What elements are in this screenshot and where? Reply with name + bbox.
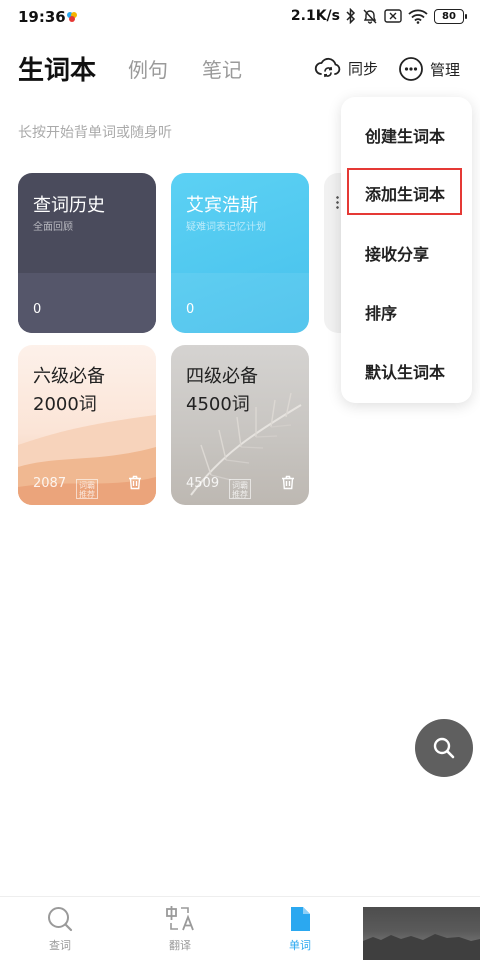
document-icon — [291, 907, 310, 931]
history-card[interactable]: 查词历史 全面回顾 0 — [18, 173, 156, 333]
manage-label: 管理 — [430, 60, 461, 79]
book-count: 2087 — [33, 476, 67, 491]
ebbinghaus-card[interactable]: 艾宾浩斯 疑难词表记忆计划 0 — [171, 173, 309, 333]
bluetooth-icon — [346, 8, 356, 24]
preview-thumbnail — [363, 907, 480, 960]
book-word-total: 2000词 — [33, 394, 97, 415]
status-bar: 19:36 2.1K/s 80 — [0, 0, 480, 34]
battery-level: 80 — [442, 10, 456, 22]
header: 生词本 例句 笔记 同步 管理 — [0, 44, 480, 94]
menu-item-default-book[interactable]: 默认生词本 — [365, 359, 445, 383]
network-speed: 2.1K/s — [290, 8, 340, 24]
sync-button[interactable]: 同步 — [314, 56, 378, 80]
dots-icon — [336, 195, 339, 209]
app-icon — [67, 12, 77, 22]
usage-hint: 长按开始背单词或随身听 — [18, 125, 172, 141]
menu-item-sort[interactable]: 排序 — [365, 300, 397, 324]
manage-button[interactable]: 管理 — [398, 56, 460, 82]
recommend-stamp: 词霸 推荐 — [76, 479, 98, 499]
search-icon — [433, 737, 455, 759]
tab-example-sentences[interactable]: 例句 — [128, 54, 168, 83]
card-count: 0 — [186, 302, 195, 317]
card-title: 艾宾浩斯 — [186, 195, 258, 216]
tab-notes[interactable]: 笔记 — [202, 54, 242, 83]
book-card-cet4[interactable]: 四级必备 4500词 4509 词霸 推荐 — [171, 345, 309, 505]
menu-item-create-book[interactable]: 创建生词本 — [365, 123, 445, 147]
tab-vocab-book[interactable]: 生词本 — [18, 50, 96, 87]
book-word-total: 4500词 — [186, 394, 250, 415]
book-card-cet6[interactable]: 六级必备 2000词 2087 词霸 推荐 — [18, 345, 156, 505]
search-fab[interactable] — [415, 719, 473, 777]
status-time: 19:36 — [18, 8, 66, 26]
book-count: 4509 — [186, 476, 220, 491]
card-subtitle: 全面回顾 — [33, 222, 73, 233]
nav-label: 翻译 — [169, 939, 191, 952]
translate-icon — [166, 906, 194, 931]
nav-lookup[interactable]: 查词 — [30, 905, 90, 953]
nav-label: 单词 — [289, 939, 311, 952]
status-icons: 2.1K/s 80 — [290, 8, 467, 24]
highlight-annotation — [347, 168, 462, 215]
manage-dropdown-menu: 创建生词本 添加生词本 接收分享 排序 默认生词本 — [341, 97, 472, 403]
book-name: 四级必备 — [186, 366, 258, 387]
menu-item-receive-share[interactable]: 接收分享 — [365, 241, 429, 265]
sim-icon — [384, 9, 402, 23]
battery-icon: 80 — [434, 8, 467, 24]
nav-label: 查词 — [49, 939, 71, 952]
delete-icon[interactable] — [128, 475, 142, 490]
nav-words[interactable]: 单词 — [270, 905, 330, 953]
search-icon — [48, 907, 73, 932]
book-name: 六级必备 — [33, 366, 105, 387]
sync-label: 同步 — [348, 59, 379, 78]
recommend-stamp: 词霸 推荐 — [229, 479, 251, 499]
card-count: 0 — [33, 302, 42, 317]
more-icon — [399, 57, 423, 81]
delete-icon[interactable] — [281, 475, 295, 490]
cloud-sync-icon — [314, 57, 341, 78]
mute-icon — [363, 9, 377, 24]
book-title: 六级必备 2000词 — [33, 363, 105, 419]
nav-translate[interactable]: 翻译 — [150, 905, 210, 953]
card-title: 查词历史 — [33, 195, 105, 216]
wifi-icon — [408, 9, 428, 24]
book-title: 四级必备 4500词 — [186, 363, 258, 419]
card-subtitle: 疑难词表记忆计划 — [186, 222, 266, 233]
mountain-silhouette — [363, 934, 480, 960]
